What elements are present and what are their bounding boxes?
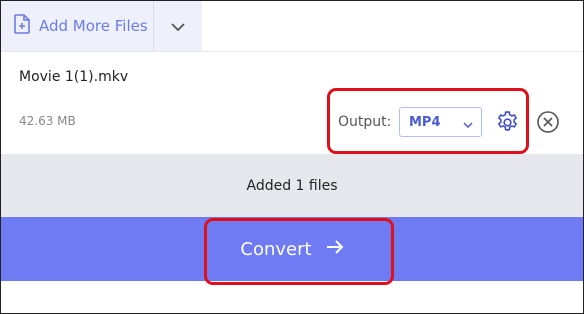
file-size: 42.63 MB (19, 114, 76, 128)
status-text: Added 1 files (246, 177, 338, 194)
file-name: Movie 1(1).mkv (19, 69, 129, 85)
add-more-files-button[interactable]: Add More Files (1, 1, 153, 51)
file-add-icon (13, 14, 31, 38)
bottom-spacer (1, 281, 583, 313)
add-files-dropdown-button[interactable] (154, 1, 202, 51)
converter-window: Add More Files Movie 1(1).mkv 42.63 MB O… (0, 0, 584, 314)
close-circle-icon[interactable] (536, 110, 560, 138)
chevron-down-icon (170, 17, 186, 36)
add-more-files-label: Add More Files (39, 17, 148, 35)
output-highlight-box (327, 88, 529, 154)
top-toolbar: Add More Files (1, 1, 583, 51)
convert-highlight-box (204, 218, 394, 285)
status-bar: Added 1 files (1, 154, 583, 217)
